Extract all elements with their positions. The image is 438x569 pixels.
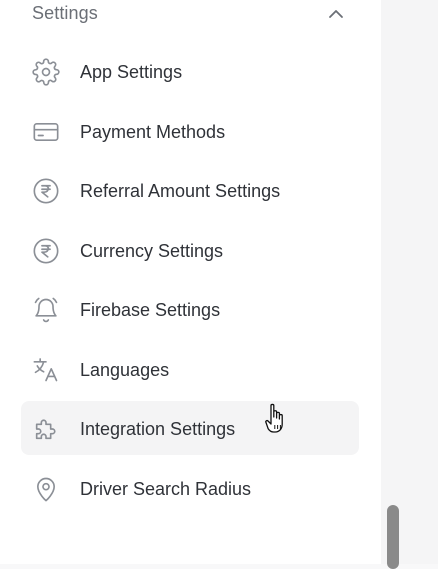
settings-section-header[interactable]: Settings bbox=[0, 0, 381, 30]
menu-item-label: Firebase Settings bbox=[80, 300, 221, 320]
scrollbar-thumb[interactable] bbox=[387, 505, 399, 569]
credit-card-icon bbox=[32, 118, 60, 146]
menu-item-label: Referral Amount Settings bbox=[80, 181, 281, 201]
section-title: Settings bbox=[32, 3, 98, 23]
sidebar: Settings App Settings Payment Methods Re… bbox=[0, 0, 381, 564]
menu-item-driver-search-radius[interactable]: Driver Search Radius bbox=[21, 461, 359, 515]
map-pin-icon bbox=[32, 475, 60, 503]
menu-item-referral-amount-settings[interactable]: Referral Amount Settings bbox=[21, 163, 359, 217]
translate-icon bbox=[32, 356, 60, 384]
menu-item-currency-settings[interactable]: Currency Settings bbox=[21, 223, 359, 277]
content-gutter bbox=[381, 0, 438, 564]
gear-icon bbox=[32, 58, 60, 86]
menu-item-label: Integration Settings bbox=[80, 419, 236, 439]
menu-item-languages[interactable]: Languages bbox=[21, 342, 359, 396]
menu-item-integration-settings[interactable]: Integration Settings bbox=[21, 401, 359, 455]
menu-item-label: Payment Methods bbox=[80, 121, 226, 142]
settings-menu: App Settings Payment Methods Referral Am… bbox=[21, 44, 359, 520]
menu-item-label: Currency Settings bbox=[80, 240, 224, 261]
puzzle-icon bbox=[32, 415, 60, 443]
menu-item-label: App Settings bbox=[80, 62, 183, 82]
menu-item-payment-methods[interactable]: Payment Methods bbox=[21, 104, 359, 158]
menu-item-label: Driver Search Radius bbox=[80, 478, 252, 499]
menu-item-firebase-settings[interactable]: Firebase Settings bbox=[21, 282, 359, 336]
bell-icon bbox=[32, 296, 60, 324]
menu-item-app-settings[interactable]: App Settings bbox=[21, 44, 359, 98]
chevron-up-icon[interactable] bbox=[326, 6, 346, 22]
menu-item-label: Languages bbox=[80, 359, 170, 380]
rupee-coin-icon bbox=[32, 237, 60, 265]
rupee-coin-icon bbox=[32, 177, 60, 205]
